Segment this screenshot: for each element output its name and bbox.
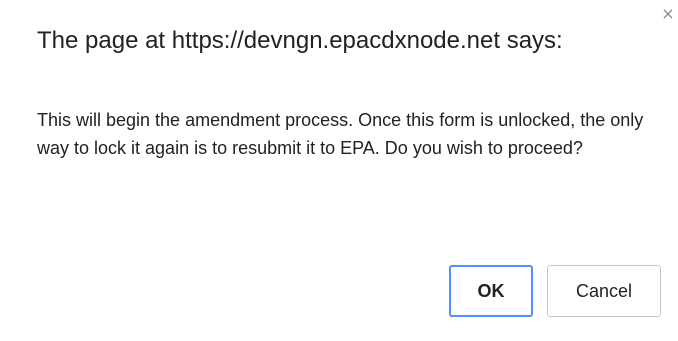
dialog-button-row: OK Cancel: [449, 265, 661, 317]
close-icon[interactable]: ×: [660, 6, 676, 22]
dialog-message: This will begin the amendment process. O…: [37, 110, 644, 158]
cancel-button[interactable]: Cancel: [547, 265, 661, 317]
ok-button[interactable]: OK: [449, 265, 533, 317]
alert-dialog: × The page at https://devngn.epacdxnode.…: [0, 0, 678, 341]
dialog-title: The page at https://devngn.epacdxnode.ne…: [37, 27, 563, 54]
